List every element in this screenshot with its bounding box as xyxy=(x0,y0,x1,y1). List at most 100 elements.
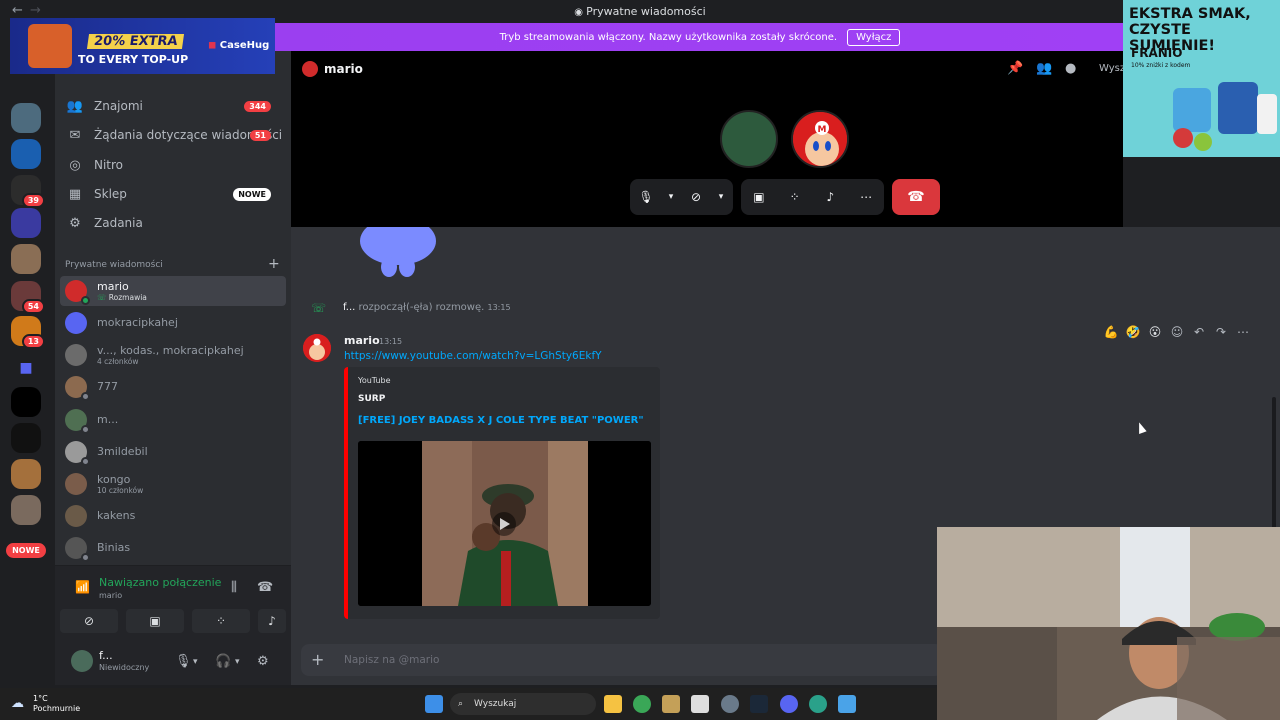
attach-icon[interactable]: + xyxy=(311,650,324,669)
dm-item[interactable]: 3mildebil xyxy=(60,437,286,467)
nav-label: Znajomi xyxy=(94,99,143,113)
server-icon[interactable]: 54 xyxy=(11,281,45,314)
pin-icon[interactable]: 📌 xyxy=(1007,61,1023,76)
dm-item[interactable]: kongo 10 członków xyxy=(60,469,286,499)
nav-quests[interactable]: ⚙ Zadania xyxy=(61,209,283,237)
call-actions-group: ▣ ⁘ ♪ ⋯ xyxy=(741,179,884,215)
mute-button[interactable]: 🎙 xyxy=(630,179,662,215)
user-avatar[interactable] xyxy=(71,650,93,672)
reaction-button[interactable]: 🤣 xyxy=(1124,325,1142,339)
server-icon[interactable]: 39 xyxy=(11,175,45,208)
reply-icon[interactable]: ↶ xyxy=(1190,325,1208,339)
more-button[interactable]: ⋯ xyxy=(848,179,884,215)
server-icon[interactable] xyxy=(11,423,41,453)
new-servers-pill[interactable]: NOWE xyxy=(6,543,46,558)
shop-icon: ▦ xyxy=(68,186,82,202)
camera-off-icon: ⊘ xyxy=(83,614,95,628)
screen-share-button[interactable]: ▣ xyxy=(126,609,184,633)
chrome-icon[interactable] xyxy=(633,695,651,713)
dm-sub: ☏ Rozmawia xyxy=(97,293,147,302)
participant-avatar[interactable] xyxy=(720,110,778,168)
chevron-down-icon[interactable]: ▾ xyxy=(235,657,240,667)
noise-suppression-icon[interactable]: ⫼ xyxy=(231,580,237,595)
message-link[interactable]: https://www.youtube.com/watch?v=LGhSty6E… xyxy=(344,350,602,362)
system-user[interactable]: f... xyxy=(343,302,355,313)
status-dot xyxy=(81,457,90,466)
discord-icon[interactable] xyxy=(780,695,798,713)
message-author[interactable]: mario xyxy=(344,334,380,347)
dm-item[interactable]: 777 xyxy=(60,372,286,402)
reaction-button[interactable]: 😮 xyxy=(1146,325,1164,339)
add-reaction-icon[interactable]: ☺ xyxy=(1168,325,1186,339)
folder-icon[interactable]: ■ xyxy=(11,353,41,383)
message-avatar[interactable] xyxy=(303,334,331,362)
soundboard-button[interactable]: ♪ xyxy=(813,179,849,215)
signal-icon[interactable]: 📶 xyxy=(75,580,90,594)
end-call-button[interactable]: ☎ xyxy=(892,179,940,215)
embed-provider[interactable]: YouTube xyxy=(358,376,391,385)
microphone-icon[interactable]: 🎙 xyxy=(175,654,192,669)
camera-button[interactable]: ⊘ xyxy=(60,609,118,633)
dm-item[interactable]: m... xyxy=(60,405,286,435)
voice-channel[interactable]: mario xyxy=(99,591,122,600)
settings-app-icon[interactable] xyxy=(721,695,739,713)
screen-share-button[interactable]: ▣ xyxy=(741,179,777,215)
chevron-down-icon[interactable]: ▾ xyxy=(712,179,730,215)
activities-button[interactable]: ⁘ xyxy=(192,609,250,633)
weather-widget[interactable]: 1°C Pochmurnie xyxy=(33,694,80,714)
server-icon[interactable] xyxy=(11,244,41,274)
steam-icon[interactable] xyxy=(750,695,768,713)
nav-friends[interactable]: 👥 Znajomi 344 xyxy=(61,92,283,120)
settings-icon[interactable]: ⚙ xyxy=(257,654,269,669)
profile-icon[interactable]: ● xyxy=(1065,61,1076,76)
streamer-mode-banner: Tryb streamowania włączony. Nazwy użytko… xyxy=(275,23,1125,51)
sponsor-brand: ◼ CaseHug xyxy=(208,40,269,51)
camera-button[interactable]: ⊘ xyxy=(680,179,712,215)
disable-streamer-mode-button[interactable]: Wyłącz xyxy=(847,28,901,46)
server-icon[interactable] xyxy=(11,387,41,417)
browser-icon[interactable] xyxy=(809,695,827,713)
dm-item[interactable]: mokracipkahej xyxy=(60,308,286,338)
server-icon[interactable] xyxy=(11,495,41,525)
app-icon[interactable] xyxy=(691,695,709,713)
nav-shop[interactable]: ▦ Sklep NOWE xyxy=(61,180,283,208)
file-explorer-icon[interactable] xyxy=(604,695,622,713)
server-icon[interactable] xyxy=(11,103,41,133)
add-friend-icon[interactable]: 👥 xyxy=(1036,61,1052,76)
chevron-down-icon[interactable]: ▾ xyxy=(662,179,680,215)
embed-title[interactable]: [FREE] JOEY BADASS X J COLE TYPE BEAT "P… xyxy=(358,415,644,426)
server-rail: 39 54 13 ■ xyxy=(0,23,55,685)
participant-avatar[interactable]: M xyxy=(791,110,849,168)
message-composer[interactable]: + Napisz na @mario xyxy=(301,644,943,676)
hangup-icon: ☎ xyxy=(907,189,925,205)
dm-item[interactable]: mario ☏ Rozmawia xyxy=(60,276,286,306)
soundboard-button[interactable]: ♪ xyxy=(258,609,286,633)
forward-icon[interactable]: ↷ xyxy=(1212,325,1230,339)
server-icon[interactable] xyxy=(11,208,41,238)
dm-item[interactable]: v..., kodas., mokracipkahej 4 członków xyxy=(60,340,286,370)
headphones-icon[interactable]: 🎧 xyxy=(215,654,231,669)
dm-item[interactable]: kakens xyxy=(60,501,286,531)
nav-nitro[interactable]: ◎ Nitro xyxy=(61,151,283,179)
server-icon[interactable] xyxy=(11,139,41,169)
dm-item[interactable]: Binias xyxy=(60,533,286,563)
weather-icon[interactable]: ☁ xyxy=(11,696,24,711)
server-icon[interactable] xyxy=(11,459,41,489)
embed-author[interactable]: SURP xyxy=(358,394,385,404)
video-thumbnail[interactable] xyxy=(358,441,651,606)
create-dm-icon[interactable]: + xyxy=(268,256,280,272)
taskbar-search[interactable]: ⌕ Wyszukaj xyxy=(450,693,596,715)
more-icon[interactable]: ⋯ xyxy=(1234,325,1252,339)
app-icon[interactable] xyxy=(662,695,680,713)
start-icon[interactable] xyxy=(425,695,443,713)
sponsor-brand-text: CaseHug xyxy=(219,40,270,51)
nav-message-requests[interactable]: ✉ Żądania dotyczące wiadomości 51 xyxy=(61,121,283,149)
reaction-button[interactable]: 💪 xyxy=(1102,325,1120,339)
composer-placeholder[interactable]: Napisz na @mario xyxy=(344,654,439,666)
video-thumbnail-image xyxy=(358,441,651,606)
activities-button[interactable]: ⁘ xyxy=(777,179,813,215)
notepad-icon[interactable] xyxy=(838,695,856,713)
server-icon[interactable]: 13 xyxy=(11,316,45,349)
chevron-down-icon[interactable]: ▾ xyxy=(193,657,198,667)
disconnect-icon[interactable]: ☎ xyxy=(257,580,273,595)
